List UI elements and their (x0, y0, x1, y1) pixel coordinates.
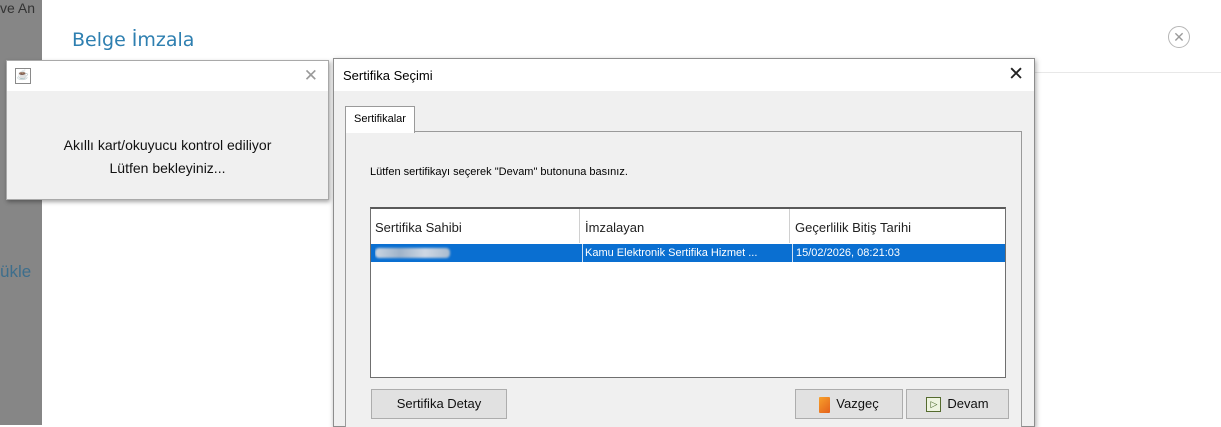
cancel-label: Vazgeç (836, 396, 879, 411)
table-row[interactable]: Kamu Elektronik Sertifika Hizmet ... 15/… (371, 244, 1005, 262)
certificate-detail-label: Sertifika Detay (396, 396, 482, 411)
certificate-selection-dialog: Sertifika Seçimi ✕ Sertifikalar Lütfen s… (333, 58, 1035, 427)
certificate-detail-button[interactable]: Sertifika Detay (371, 389, 507, 419)
column-divider[interactable] (789, 209, 790, 243)
instruction-text: Lütfen sertifikayı seçerek "Devam" buton… (370, 166, 628, 178)
continue-button[interactable]: ▷ Devam (906, 389, 1009, 419)
column-header-expiry[interactable]: Geçerlilik Bitiş Tarihi (795, 209, 911, 243)
background-cut-link: ükle (0, 262, 32, 281)
card-check-line2: Lütfen bekleyiniz... (109, 160, 226, 176)
cell-issuer: Kamu Elektronik Sertifika Hizmet ... (582, 244, 791, 262)
column-divider[interactable] (579, 209, 580, 243)
close-icon[interactable]: ✕ (1008, 63, 1024, 86)
modal-title: Belge İmzala (72, 29, 195, 51)
close-icon[interactable]: ✕ (304, 66, 318, 86)
column-header-owner[interactable]: Sertifika Sahibi (375, 209, 462, 243)
certificate-table: Sertifika Sahibi İmzalayan Geçerlilik Bi… (370, 207, 1006, 378)
tab-sertifikalar[interactable]: Sertifikalar (345, 106, 415, 133)
play-icon: ▷ (926, 397, 942, 413)
cert-dialog-titlebar: Sertifika Seçimi ✕ (334, 59, 1034, 91)
background-cut-text: ve An (0, 0, 36, 16)
redacted-owner-name (375, 248, 450, 258)
modal-divider (1032, 72, 1221, 73)
cert-dialog-title: Sertifika Seçimi (343, 68, 433, 83)
column-header-issuer[interactable]: İmzalayan (585, 209, 644, 243)
cell-owner (375, 244, 575, 262)
card-check-line1: Akıllı kart/okuyucu kontrol ediliyor (63, 137, 272, 153)
card-check-dialog: ☕ ✕ Akıllı kart/okuyucu kontrol ediliyor… (6, 60, 329, 200)
table-header: Sertifika Sahibi İmzalayan Geçerlilik Bi… (371, 209, 1005, 243)
cell-expiry: 15/02/2026, 08:21:03 (792, 244, 1006, 262)
java-icon: ☕ (15, 68, 31, 84)
card-check-titlebar: ☕ ✕ (7, 61, 328, 91)
cancel-button[interactable]: Vazgeç (795, 389, 903, 419)
continue-label: Devam (947, 396, 989, 411)
exit-door-icon (819, 396, 831, 413)
card-check-message: Akıllı kart/okuyucu kontrol ediliyor Lüt… (7, 134, 328, 180)
modal-close-button[interactable]: ✕ (1168, 26, 1190, 48)
